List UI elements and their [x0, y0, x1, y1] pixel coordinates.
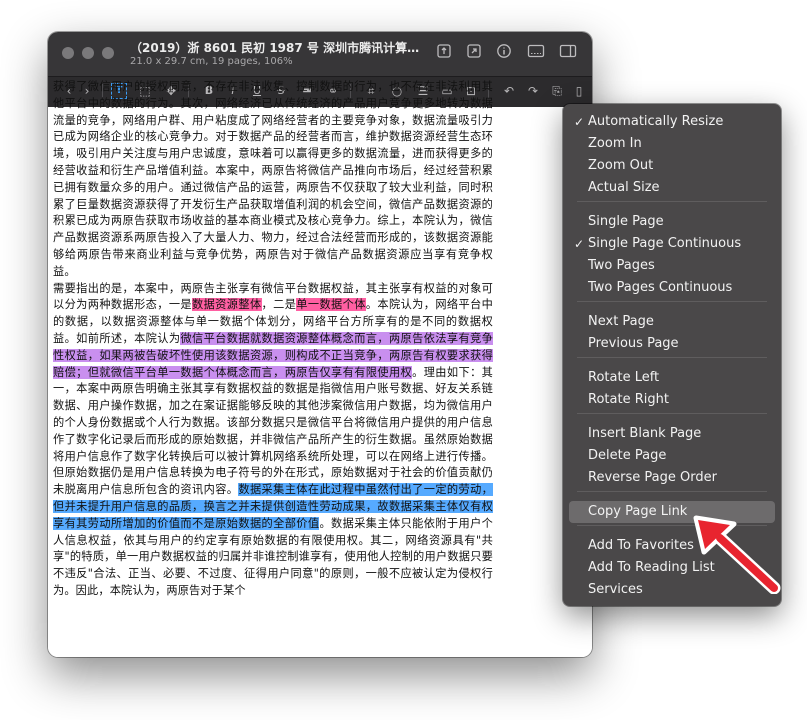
menu-item-label: Services	[588, 582, 643, 597]
menu-separator	[577, 301, 767, 302]
menu-item-label: Reverse Page Order	[588, 470, 717, 485]
text-run: ，二是	[261, 298, 297, 312]
menu-item-single-page-continuous[interactable]: ✓ Single Page Continuous	[569, 233, 775, 255]
zoom-window-button[interactable]	[102, 47, 114, 59]
menu-item-actual-size[interactable]: Actual Size	[569, 177, 775, 199]
pink-highlight[interactable]: 单一数据个体	[296, 298, 366, 312]
menu-separator	[577, 491, 767, 492]
menu-item-label: Add To Favorites	[588, 538, 694, 553]
paragraph: 获得了微信用户的授权同意，不存在非法收集、控制数据的行为，也不存在非法利用其他平…	[53, 80, 493, 278]
menu-item-next-page[interactable]: Next Page	[569, 311, 775, 333]
checkmark-icon: ✓	[574, 237, 585, 251]
info-icon[interactable]	[494, 43, 514, 63]
menu-item-zoom-in[interactable]: Zoom In	[569, 133, 775, 155]
menu-item-label: Single Page	[588, 214, 664, 229]
share-icon[interactable]	[434, 43, 454, 63]
menu-item-zoom-out[interactable]: Zoom Out	[569, 155, 775, 177]
rotate-left-icon[interactable]: ↶	[500, 82, 518, 100]
red-arrow-annotation	[693, 515, 781, 594]
menu-item-label: Automatically Resize	[588, 114, 724, 129]
sidebar-toggle-icon[interactable]	[558, 43, 578, 63]
insert-page-icon[interactable]: ⎘	[548, 82, 566, 100]
menu-item-reverse-page-order[interactable]: Reverse Page Order	[569, 467, 775, 489]
menu-item-label: Two Pages	[588, 258, 655, 273]
menu-separator	[577, 201, 767, 202]
minimize-window-button[interactable]	[82, 47, 94, 59]
menu-item-two-pages-continuous[interactable]: Two Pages Continuous	[569, 277, 775, 299]
document-body-text[interactable]: 获得了微信用户的授权同意，不存在非法收集、控制数据的行为，也不存在非法利用其他平…	[53, 79, 493, 600]
open-external-icon[interactable]	[464, 43, 484, 63]
menu-item-insert-blank-page[interactable]: Insert Blank Page	[569, 423, 775, 445]
text-run: 。理由如下：其一，本案中两原告明确主张其享有数据权益的数据是指微信用户账号数据、…	[53, 365, 493, 497]
menu-item-single-page[interactable]: Single Page	[569, 211, 775, 233]
menu-item-rotate-right[interactable]: Rotate Right	[569, 389, 775, 411]
menu-item-label: Single Page Continuous	[588, 236, 742, 251]
menu-item-label: Two Pages Continuous	[588, 280, 733, 295]
menu-item-rotate-left[interactable]: Rotate Left	[569, 367, 775, 389]
menu-item-label: Insert Blank Page	[588, 426, 702, 441]
rotate-right-icon[interactable]: ↷	[524, 82, 542, 100]
menu-item-label: Delete Page	[588, 448, 667, 463]
menu-item-label: Rotate Left	[588, 370, 660, 385]
menu-item-label: Next Page	[588, 314, 654, 329]
menu-item-label: Actual Size	[588, 180, 660, 195]
window-subtitle: 21.0 x 29.7 cm, 19 pages, 106%	[130, 56, 293, 67]
menu-item-label: Zoom Out	[588, 158, 654, 173]
menu-item-label: Zoom In	[588, 136, 642, 151]
menu-separator	[577, 357, 767, 358]
menu-item-label: Rotate Right	[588, 392, 669, 407]
menu-item-label: Previous Page	[588, 336, 679, 351]
thumbnail-view-icon[interactable]	[526, 43, 546, 63]
delete-page-icon[interactable]: ▯	[570, 82, 588, 100]
window-title: （2019）浙 8601 民初 1987 号 深圳市腾讯计算机系统有...	[130, 41, 426, 55]
menu-separator	[577, 413, 767, 414]
menu-item-automatically-resize[interactable]: ✓ Automatically Resize	[569, 111, 775, 133]
title-bar: （2019）浙 8601 民初 1987 号 深圳市腾讯计算机系统有... 21…	[48, 32, 592, 76]
menu-item-previous-page[interactable]: Previous Page	[569, 333, 775, 355]
menu-item-label: Copy Page Link	[588, 504, 688, 519]
menu-item-two-pages[interactable]: Two Pages	[569, 255, 775, 277]
close-window-button[interactable]	[62, 47, 74, 59]
menu-item-delete-page[interactable]: Delete Page	[569, 445, 775, 467]
checkmark-icon: ✓	[574, 115, 585, 129]
pink-highlight[interactable]: 数据资源整体	[192, 298, 262, 312]
paragraph: 需要指出的是，本案中，两原告主张享有微信平台数据权益，其主张享有权益的对象可以分…	[53, 281, 493, 600]
